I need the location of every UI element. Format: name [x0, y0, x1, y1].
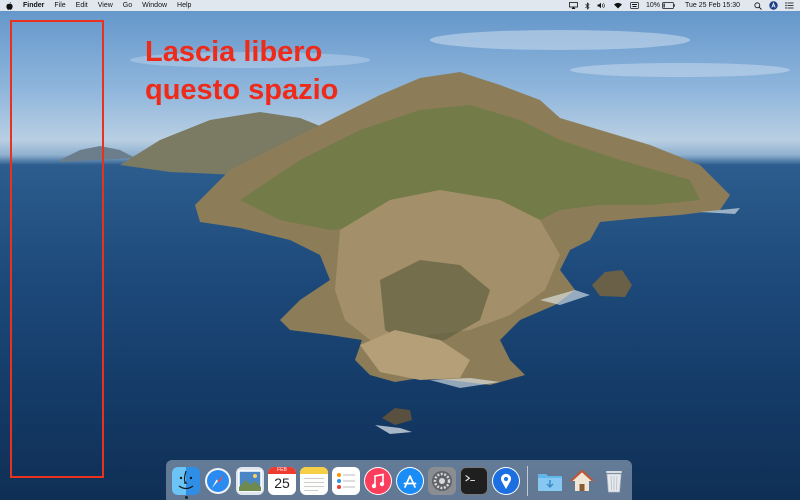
downloads-folder-icon[interactable]: [536, 467, 564, 495]
maps-pin-icon[interactable]: [492, 467, 520, 495]
terminal-icon[interactable]: [460, 467, 488, 495]
battery-percent[interactable]: 10%: [646, 0, 660, 11]
calendar-day: 25: [274, 475, 290, 491]
apple-menu-icon[interactable]: [6, 1, 13, 10]
notification-center-icon[interactable]: [785, 2, 794, 9]
system-preferences-icon[interactable]: [428, 467, 456, 495]
finder-running-indicator: [185, 496, 188, 499]
desktop-wallpaper: [0, 0, 800, 500]
notes-icon[interactable]: [300, 467, 328, 495]
menu-bar: Finder File Edit View Go Window Help 10%…: [0, 0, 800, 11]
annotation-text: Lascia libero questo spazio: [145, 33, 395, 109]
menu-help[interactable]: Help: [177, 0, 191, 11]
app-store-icon[interactable]: [396, 467, 424, 495]
finder-icon[interactable]: [172, 467, 200, 495]
keyboard-layout-icon[interactable]: [630, 2, 639, 9]
menu-edit[interactable]: Edit: [76, 0, 88, 11]
battery-icon[interactable]: [662, 2, 675, 9]
safari-icon[interactable]: [204, 467, 232, 495]
menu-window[interactable]: Window: [142, 0, 167, 11]
menu-file[interactable]: File: [54, 0, 65, 11]
annotation-line-1: Lascia libero: [145, 36, 323, 68]
calendar-icon[interactable]: FEB 25: [268, 467, 296, 495]
reminders-icon[interactable]: [332, 467, 360, 495]
bluetooth-icon[interactable]: [585, 1, 590, 10]
reserved-area-outline: [10, 20, 104, 478]
user-account-icon[interactable]: [769, 1, 778, 10]
photo-preview-icon[interactable]: [236, 467, 264, 495]
menu-bar-status-area: 10% Tue 25 Feb 15:30: [562, 0, 794, 11]
music-icon[interactable]: [364, 467, 392, 495]
calendar-month: FEB: [268, 467, 296, 474]
trash-icon[interactable]: [600, 467, 628, 495]
annotation-line-2: questo spazio: [145, 74, 339, 106]
airplay-icon[interactable]: [569, 2, 578, 9]
menu-go[interactable]: Go: [123, 0, 132, 11]
volume-icon[interactable]: [597, 2, 606, 9]
dock-separator: [527, 466, 528, 496]
spotlight-search-icon[interactable]: [754, 1, 762, 10]
dock: FEB 25: [166, 460, 632, 500]
menu-app-finder[interactable]: Finder: [23, 0, 44, 11]
menu-clock[interactable]: Tue 25 Feb 15:30: [685, 0, 740, 11]
home-icon[interactable]: [568, 467, 596, 495]
wifi-icon[interactable]: [613, 2, 623, 9]
menu-view[interactable]: View: [98, 0, 113, 11]
